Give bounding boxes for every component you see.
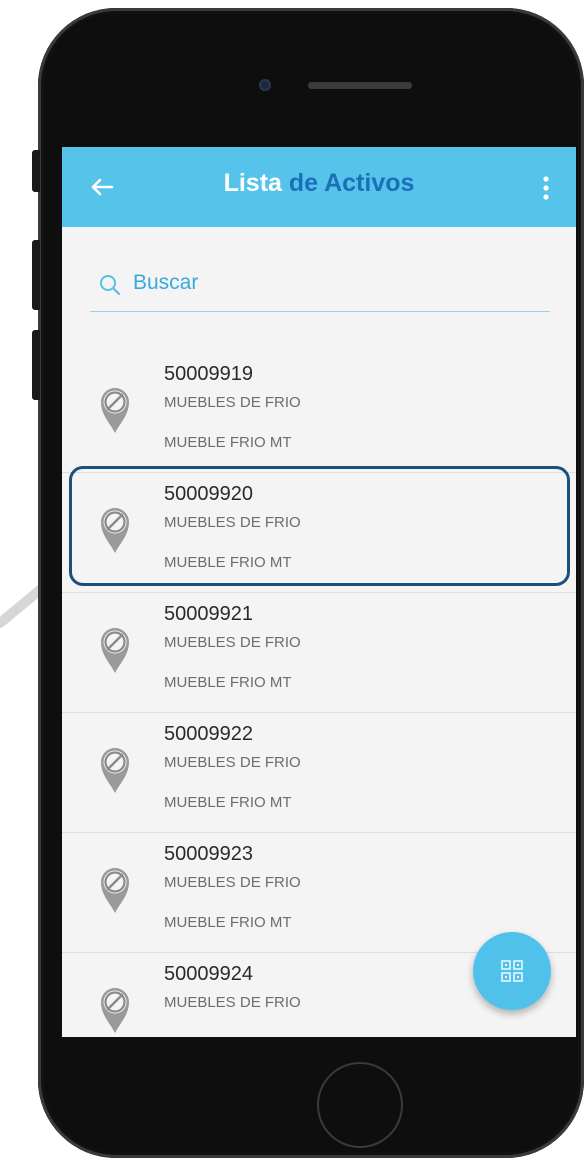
asset-category: MUEBLES DE FRIO	[164, 634, 301, 651]
selected-item-highlight	[69, 466, 570, 586]
search-placeholder: Buscar	[133, 271, 199, 294]
front-camera	[259, 79, 271, 91]
title-accent: de Activos	[288, 169, 415, 197]
page-title: Lista de Activos	[62, 169, 576, 198]
asset-category: MUEBLES DE FRIO	[164, 394, 301, 411]
asset-type: MUEBLE FRIO MT	[164, 914, 292, 931]
asset-list-item[interactable]: 50009921 MUEBLES DE FRIO MUEBLE FRIO MT	[62, 593, 576, 713]
location-pin-icon	[98, 863, 132, 915]
home-button[interactable]	[317, 1062, 403, 1148]
qr-scan-button[interactable]	[473, 932, 551, 1010]
asset-type: MUEBLE FRIO MT	[164, 794, 292, 811]
location-pin-icon	[98, 623, 132, 675]
asset-code: 50009922	[164, 723, 253, 745]
volume-up-button	[32, 240, 40, 310]
qr-code-icon	[501, 960, 523, 982]
search-icon	[100, 275, 121, 296]
asset-list-item[interactable]: 50009922 MUEBLES DE FRIO MUEBLE FRIO MT	[62, 713, 576, 833]
asset-list-item[interactable]: 50009919 MUEBLES DE FRIO MUEBLE FRIO MT	[62, 353, 576, 473]
location-pin-icon	[98, 983, 132, 1035]
search-input[interactable]: Buscar	[90, 267, 550, 312]
asset-code: 50009919	[164, 363, 253, 385]
asset-type: MUEBLE FRIO MT	[164, 434, 292, 451]
app-bar: Lista de Activos	[62, 147, 576, 227]
location-pin-icon	[98, 743, 132, 795]
asset-code: 50009924	[164, 963, 253, 985]
more-vertical-icon[interactable]	[536, 173, 556, 203]
asset-code: 50009923	[164, 843, 253, 865]
app-screen: Lista de Activos Buscar 50009919 MUEBLES …	[62, 147, 576, 1037]
title-primary: Lista	[223, 169, 282, 197]
earpiece-speaker	[308, 82, 412, 89]
asset-code: 50009921	[164, 603, 253, 625]
mute-switch	[32, 150, 40, 192]
asset-type: MUEBLE FRIO MT	[164, 674, 292, 691]
asset-category: MUEBLES DE FRIO	[164, 754, 301, 771]
location-pin-icon	[98, 383, 132, 435]
asset-category: MUEBLES DE FRIO	[164, 994, 301, 1011]
volume-down-button	[32, 330, 40, 400]
asset-category: MUEBLES DE FRIO	[164, 874, 301, 891]
